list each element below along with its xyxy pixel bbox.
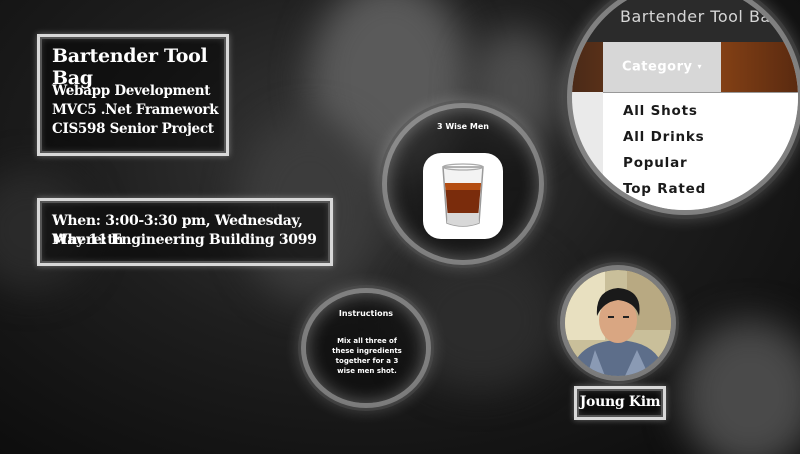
category-dropdown-menu: All Shots All Drinks Popular Top Rated: [603, 92, 798, 210]
presenter-name-panel: Joung Kim: [574, 386, 666, 420]
drink-image-card: [423, 153, 503, 239]
presenter-name: Joung Kim: [579, 394, 661, 410]
menu-item-all-drinks[interactable]: All Drinks: [623, 129, 705, 145]
project-line-2: MVC5 .Net Framework: [52, 102, 219, 118]
schedule-panel: When: 3:00-3:30 pm, Wednesday, May 11th …: [37, 198, 333, 266]
avatar: [565, 270, 671, 376]
project-line-1: Webapp Development: [52, 83, 211, 99]
project-line-3: CIS598 Senior Project: [52, 121, 214, 137]
instructions-text: Mix all three of these ingredients toget…: [332, 337, 402, 375]
app-preview-bubble: Bartender Tool Bag Category ▾ All Shots …: [572, 0, 798, 210]
instructions-title: Instructions: [338, 309, 394, 318]
shot-glass-icon: [442, 163, 484, 227]
category-label: Category: [621, 59, 693, 75]
schedule-where: Where: Engineering Building 3099: [52, 232, 317, 248]
project-info-panel: Bartender Tool Bag Webapp Development MV…: [37, 34, 229, 156]
drink-name: 3 Wise Men: [437, 122, 489, 131]
app-brand: Bartender Tool Bag: [620, 7, 782, 26]
caret-down-icon: ▾: [697, 62, 702, 71]
drink-card-bubble[interactable]: 3 Wise Men: [387, 108, 539, 260]
category-dropdown-button[interactable]: Category ▾: [603, 42, 721, 92]
menu-item-all-shots[interactable]: All Shots: [623, 103, 698, 119]
menu-item-popular[interactable]: Popular: [623, 155, 687, 171]
app-header: Bartender Tool Bag: [572, 0, 798, 42]
instructions-bubble: Instructions Mix all three of these ingr…: [306, 293, 426, 403]
menu-item-top-rated[interactable]: Top Rated: [623, 181, 706, 197]
presenter-photo-bubble: [565, 270, 671, 376]
